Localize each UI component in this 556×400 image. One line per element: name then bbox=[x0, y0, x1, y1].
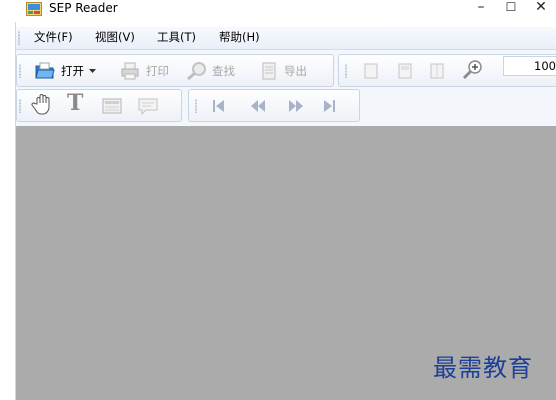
open-button[interactable]: 打开 bbox=[35, 62, 96, 80]
file-toolbar: 打开 打印 查找 导出 bbox=[16, 54, 334, 87]
text-select-icon[interactable]: T bbox=[67, 91, 83, 115]
close-button[interactable]: ✕ bbox=[526, 0, 556, 16]
menu-tools[interactable]: 工具(T) bbox=[157, 30, 196, 44]
single-page-icon[interactable] bbox=[363, 62, 379, 80]
window-left-border bbox=[0, 22, 16, 400]
toolbar-grip[interactable] bbox=[19, 99, 21, 113]
export-label: 导出 bbox=[284, 64, 307, 78]
find-button[interactable]: 查找 bbox=[186, 62, 235, 80]
snapshot-icon[interactable] bbox=[101, 97, 123, 115]
comment-icon[interactable] bbox=[137, 97, 159, 115]
toolbar-grip[interactable] bbox=[345, 64, 347, 78]
tools-toolbar: T bbox=[16, 89, 182, 122]
app-icon bbox=[26, 1, 42, 16]
zoom-in-icon[interactable] bbox=[462, 60, 484, 79]
menu-bar: 文件(F) 视图(V) 工具(T) 帮助(H) bbox=[16, 27, 556, 50]
find-label: 查找 bbox=[212, 64, 235, 78]
menu-help[interactable]: 帮助(H) bbox=[219, 30, 260, 44]
export-button[interactable]: 导出 bbox=[260, 62, 307, 80]
open-folder-icon bbox=[35, 62, 55, 80]
window-title: SEP Reader bbox=[49, 1, 118, 15]
maximize-button[interactable]: ☐ bbox=[496, 0, 526, 16]
menu-file[interactable]: 文件(F) bbox=[34, 30, 73, 44]
continuous-page-icon[interactable] bbox=[397, 62, 413, 80]
print-button[interactable]: 打印 bbox=[120, 62, 169, 80]
print-label: 打印 bbox=[146, 64, 169, 78]
dropdown-arrow-icon[interactable] bbox=[89, 68, 96, 74]
zoom-input[interactable]: 100% bbox=[503, 56, 556, 76]
hand-tool-icon[interactable] bbox=[31, 94, 55, 115]
toolbar-grip[interactable] bbox=[19, 64, 21, 78]
export-icon bbox=[260, 62, 278, 80]
toolbar-area: 打开 打印 查找 导出 100 T bbox=[16, 50, 556, 126]
toolbar-grip[interactable] bbox=[195, 99, 197, 113]
menu-grip[interactable] bbox=[18, 31, 20, 45]
watermark-text: 最需教育 bbox=[433, 354, 533, 382]
printer-icon bbox=[120, 62, 140, 80]
previous-page-icon[interactable] bbox=[249, 97, 267, 115]
menu-view[interactable]: 视图(V) bbox=[95, 30, 135, 44]
last-page-icon[interactable] bbox=[321, 97, 337, 115]
next-page-icon[interactable] bbox=[287, 97, 305, 115]
facing-page-icon[interactable] bbox=[429, 62, 445, 80]
navigation-toolbar bbox=[188, 89, 360, 122]
title-bar: SEP Reader – ☐ ✕ bbox=[0, 0, 556, 22]
minimize-button[interactable]: – bbox=[466, 0, 496, 16]
open-label: 打开 bbox=[61, 64, 84, 78]
first-page-icon[interactable] bbox=[211, 97, 227, 115]
magnifier-icon bbox=[186, 62, 208, 80]
